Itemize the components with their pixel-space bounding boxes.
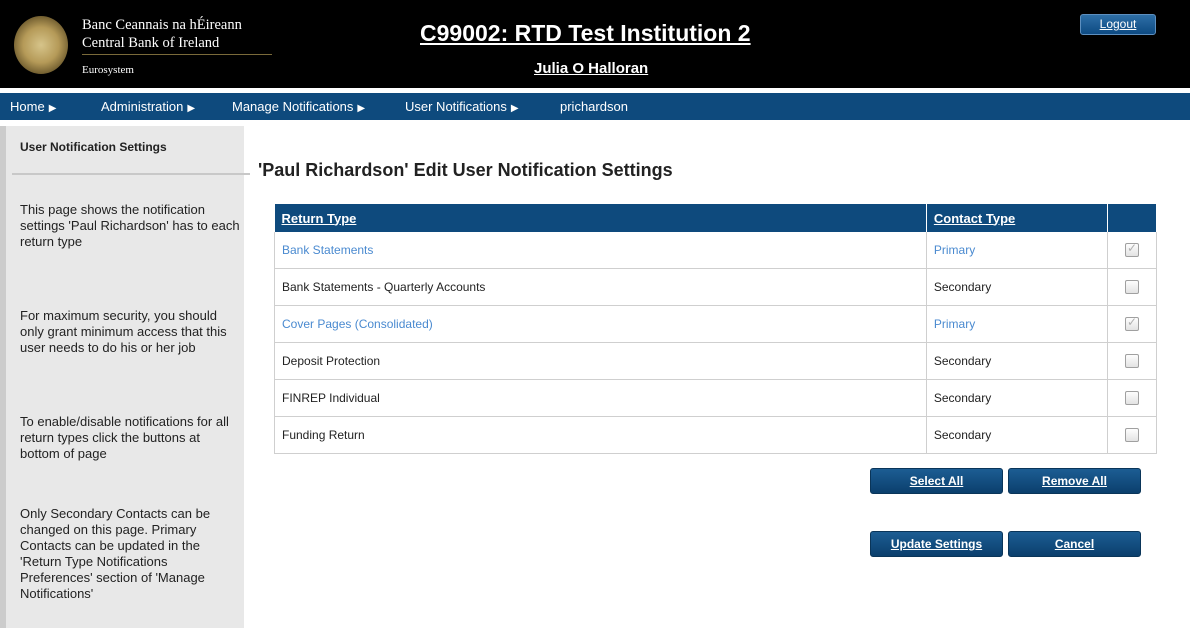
chevron-right-icon: ▶ bbox=[187, 103, 196, 114]
sidebar-paragraph: This page shows the notification setting… bbox=[20, 202, 240, 249]
return-type-cell: Bank Statements - Quarterly Accounts bbox=[274, 268, 927, 306]
breadcrumb: Home ▶ Administration ▶ Manage Notificatio… bbox=[0, 93, 1190, 120]
return-type-cell: Funding Return bbox=[274, 416, 927, 454]
select-all-button[interactable]: Select All bbox=[870, 468, 1003, 494]
bank-name-irish: Banc Ceannais na hÉireann bbox=[82, 17, 242, 33]
notification-checkbox-cell bbox=[1107, 232, 1158, 269]
user-name-link[interactable]: Julia O Halloran bbox=[534, 60, 648, 77]
sidebar-title: User Notification Settings bbox=[20, 140, 167, 154]
column-header-contact-type[interactable]: Contact Type bbox=[926, 204, 1108, 232]
chevron-right-icon: ▶ bbox=[510, 103, 519, 114]
sidebar-divider bbox=[12, 173, 250, 175]
return-type-cell[interactable]: Cover Pages (Consolidated) bbox=[274, 305, 927, 343]
logo-divider bbox=[82, 54, 272, 55]
table-header-row: Return Type Contact Type bbox=[274, 204, 1158, 232]
table-row: Bank Statements - Quarterly Accounts Seco… bbox=[274, 268, 1158, 306]
notification-checkbox[interactable] bbox=[1124, 391, 1139, 406]
logout-button[interactable]: Logout bbox=[1080, 14, 1156, 35]
notification-checkbox bbox=[1124, 241, 1139, 258]
page-header: Banc Ceannais na hÉireann Central Bank o… bbox=[0, 0, 1190, 88]
notification-checkbox[interactable] bbox=[1124, 354, 1139, 369]
table-row: Deposit Protection Secondary bbox=[274, 342, 1158, 380]
notification-checkbox-cell bbox=[1107, 342, 1158, 380]
table-row: FINREP Individual Secondary bbox=[274, 379, 1158, 417]
sidebar-paragraph: Only Secondary Contacts can be changed o… bbox=[20, 506, 211, 601]
notification-checkbox[interactable] bbox=[1124, 428, 1139, 443]
contact-type-cell: Secondary bbox=[926, 379, 1108, 417]
chevron-right-icon: ▶ bbox=[357, 103, 366, 114]
remove-all-button[interactable]: Remove All bbox=[1008, 468, 1141, 494]
breadcrumb-user-notifications[interactable]: User Notifications ▶ bbox=[405, 99, 519, 114]
notification-checkbox[interactable] bbox=[1124, 280, 1139, 295]
return-type-cell: FINREP Individual bbox=[274, 379, 927, 417]
return-type-cell[interactable]: Bank Statements bbox=[274, 232, 927, 269]
table-row: Cover Pages (Consolidated) Primary bbox=[274, 305, 1158, 343]
return-type-cell: Deposit Protection bbox=[274, 342, 927, 380]
contact-type-cell[interactable]: Primary bbox=[926, 305, 1108, 343]
contact-type-cell[interactable]: Primary bbox=[926, 232, 1108, 269]
breadcrumb-current-user: prichardson bbox=[560, 99, 628, 114]
notification-settings-table: Return Type Contact Type Bank Statements… bbox=[274, 204, 1158, 454]
update-settings-button[interactable]: Update Settings bbox=[870, 531, 1003, 557]
column-header-return-type[interactable]: Return Type bbox=[274, 204, 927, 232]
contact-type-cell: Secondary bbox=[926, 342, 1108, 380]
column-header-select bbox=[1107, 204, 1158, 232]
help-sidebar: User Notification Settings This page sho… bbox=[0, 126, 250, 628]
breadcrumb-administration[interactable]: Administration ▶ bbox=[101, 99, 195, 114]
chevron-right-icon: ▶ bbox=[48, 103, 57, 114]
cancel-button[interactable]: Cancel bbox=[1008, 531, 1141, 557]
central-bank-seal-icon bbox=[14, 16, 68, 74]
sidebar-paragraph: To enable/disable notifications for all … bbox=[20, 414, 229, 461]
table-row: Funding Return Secondary bbox=[274, 416, 1158, 454]
table-row: Bank Statements Primary bbox=[274, 232, 1158, 269]
notification-checkbox bbox=[1124, 315, 1139, 332]
notification-checkbox-cell bbox=[1107, 416, 1158, 454]
institution-title-link[interactable]: C99002: RTD Test Institution 2 bbox=[420, 20, 751, 47]
notification-checkbox-cell bbox=[1107, 268, 1158, 306]
notification-checkbox-cell bbox=[1107, 305, 1158, 343]
contact-type-cell: Secondary bbox=[926, 416, 1108, 454]
page-title: 'Paul Richardson' Edit User Notification… bbox=[258, 160, 673, 180]
eurosystem-label: Eurosystem bbox=[82, 64, 134, 76]
bank-name-english: Central Bank of Ireland bbox=[82, 35, 220, 51]
breadcrumb-manage-notifications[interactable]: Manage Notifications ▶ bbox=[232, 99, 365, 114]
contact-type-cell: Secondary bbox=[926, 268, 1108, 306]
notification-checkbox-cell bbox=[1107, 379, 1158, 417]
sidebar-paragraph: For maximum security, you should only gr… bbox=[20, 308, 227, 355]
breadcrumb-home[interactable]: Home ▶ bbox=[10, 99, 56, 114]
